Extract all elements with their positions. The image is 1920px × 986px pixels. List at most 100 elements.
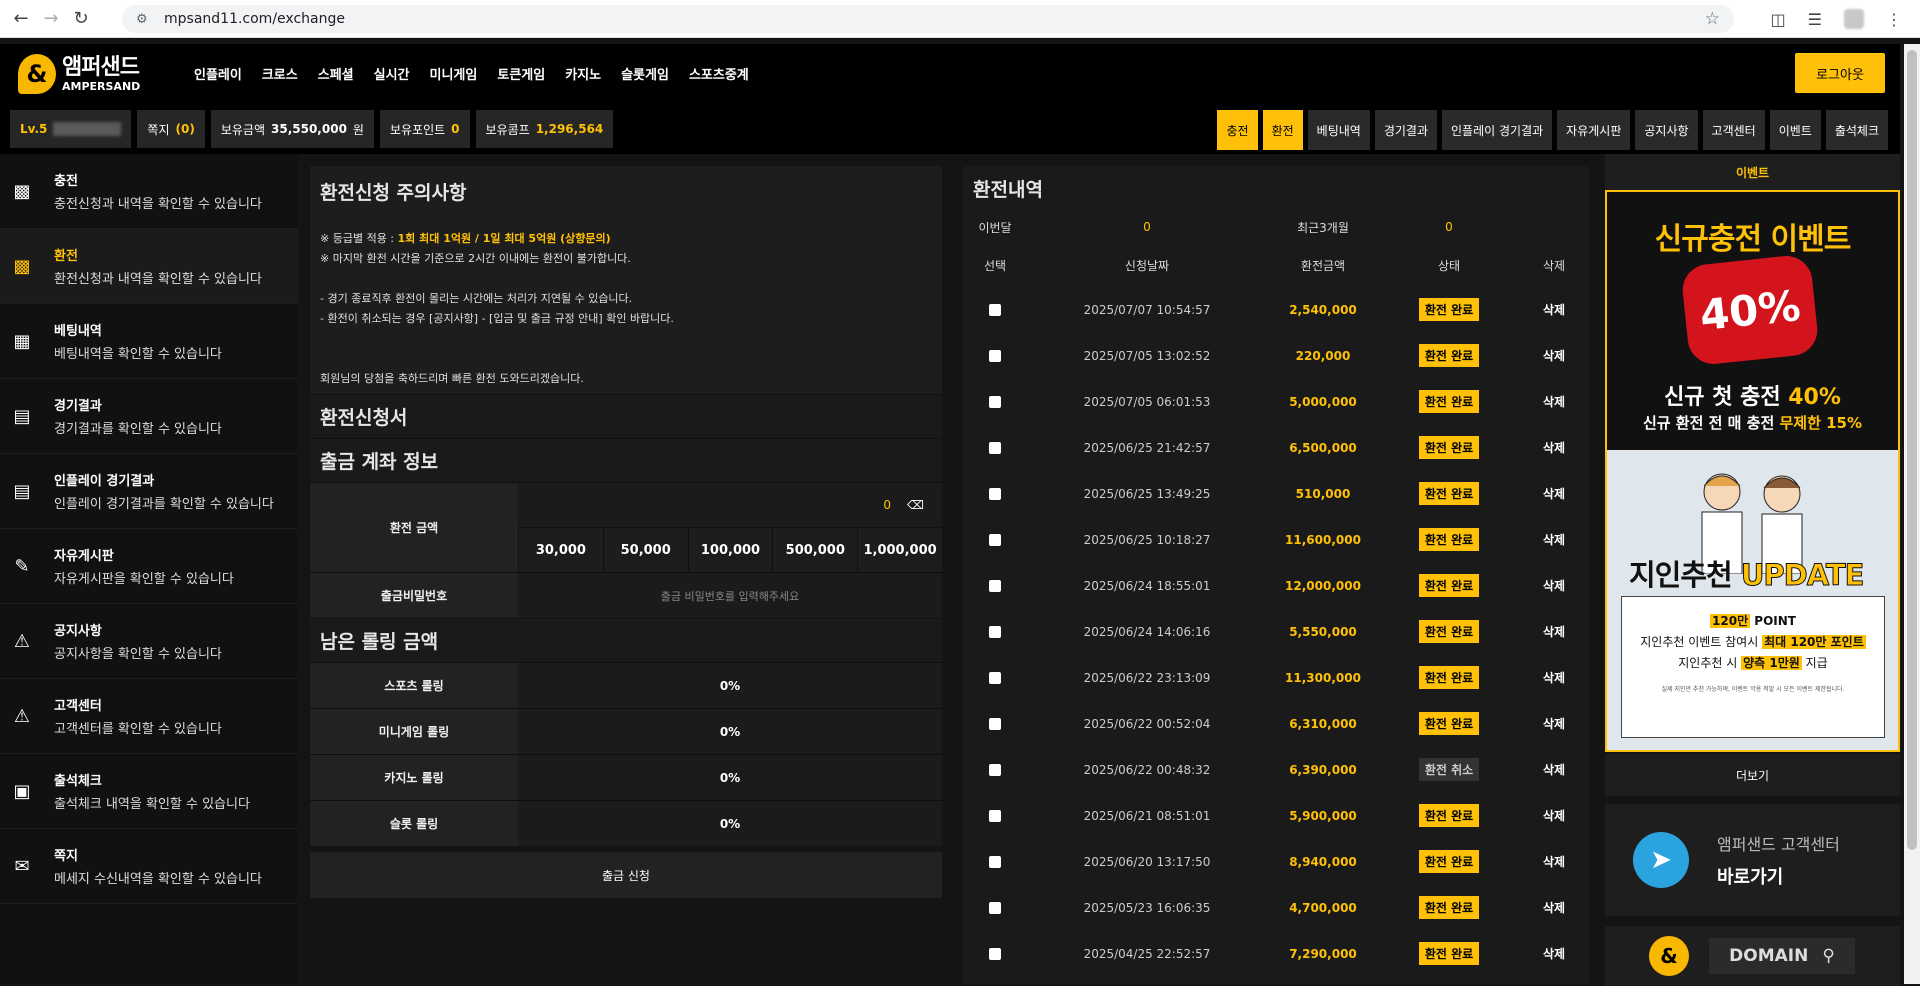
sidebar-item-deposit[interactable]: ▩ 충전 충전신청과 내역을 확인할 수 있습니다 bbox=[0, 154, 298, 229]
event-banners: 신규충전 이벤트 40% 신규 첫 충전 40% 신규 환전 전 매 충전 무제… bbox=[1605, 192, 1900, 752]
amount-input[interactable]: 0 bbox=[883, 498, 891, 512]
more-button[interactable]: 더보기 bbox=[1605, 754, 1900, 796]
rolling-row-sports: 스포츠 롤링 0% bbox=[310, 662, 942, 708]
tab-bet-history[interactable]: 베팅내역 bbox=[1307, 110, 1370, 150]
tab-event[interactable]: 이벤트 bbox=[1769, 110, 1821, 150]
site-info-icon[interactable]: ⚙ bbox=[136, 12, 154, 27]
amount-1000000-button[interactable]: 1,000,000 bbox=[857, 528, 942, 572]
menu-token-game[interactable]: 토큰게임 bbox=[497, 64, 545, 83]
tab-notice[interactable]: 공지사항 bbox=[1635, 110, 1698, 150]
withdraw-password-input[interactable]: 출금 비밀번호를 입력해주세요 bbox=[518, 573, 942, 618]
back-icon[interactable]: ← bbox=[6, 4, 36, 34]
sidebar-item-attendance[interactable]: ▣ 출석체크 출석체크 내역을 확인할 수 있습니다 bbox=[0, 754, 298, 829]
tab-board[interactable]: 자유게시판 bbox=[1557, 110, 1631, 150]
eraser-icon[interactable]: ⌫ bbox=[907, 498, 924, 512]
menu-cross[interactable]: 크로스 bbox=[262, 64, 298, 83]
rolling-value: 0% bbox=[518, 755, 942, 800]
rolling-row-casino: 카지노 롤링 0% bbox=[310, 754, 942, 800]
row-checkbox[interactable] bbox=[989, 855, 1001, 868]
reload-icon[interactable]: ↻ bbox=[66, 4, 96, 34]
row-delete-button[interactable]: 삭제 bbox=[1519, 669, 1589, 686]
row-checkbox[interactable] bbox=[989, 671, 1001, 684]
menu-casino[interactable]: 카지노 bbox=[565, 64, 601, 83]
point-label: 보유포인트 bbox=[389, 122, 446, 137]
tab-inplay-results[interactable]: 인플레이 경기결과 bbox=[1442, 110, 1553, 150]
row-delete-button[interactable]: 삭제 bbox=[1519, 347, 1589, 364]
withdraw-submit-button[interactable]: 출금 신청 bbox=[310, 852, 942, 898]
row-delete-button[interactable]: 삭제 bbox=[1519, 807, 1589, 824]
domain-search-banner[interactable]: & DOMAIN ⚲ bbox=[1605, 926, 1900, 986]
media-icon[interactable]: ☰ bbox=[1808, 10, 1822, 29]
user-level-chip: Lv.5 bbox=[10, 110, 132, 148]
tab-support[interactable]: 고객센터 bbox=[1702, 110, 1765, 150]
row-delete-button[interactable]: 삭제 bbox=[1519, 439, 1589, 456]
menu-sports-stream[interactable]: 스포츠중계 bbox=[689, 64, 749, 83]
row-delete-button[interactable]: 삭제 bbox=[1519, 715, 1589, 732]
menu-minigame[interactable]: 미니게임 bbox=[430, 64, 478, 83]
bookmark-star-icon[interactable]: ☆ bbox=[1705, 9, 1720, 29]
row-checkbox[interactable] bbox=[989, 947, 1001, 960]
tab-results[interactable]: 경기결과 bbox=[1374, 110, 1438, 150]
menu-live[interactable]: 실시간 bbox=[374, 64, 410, 83]
scrollbar-thumb[interactable] bbox=[1907, 50, 1917, 850]
amount-30000-button[interactable]: 30,000 bbox=[518, 528, 603, 572]
row-checkbox[interactable] bbox=[989, 395, 1001, 408]
amount-500000-button[interactable]: 500,000 bbox=[772, 528, 858, 572]
row-checkbox[interactable] bbox=[989, 717, 1001, 730]
referral-event-banner[interactable]: 지인추천 UPDATE 120만 POINT 지인추천 이벤트 참여시 최대 1… bbox=[1607, 450, 1898, 750]
row-checkbox[interactable] bbox=[989, 303, 1001, 316]
profile-avatar[interactable] bbox=[1844, 9, 1864, 29]
menu-slot[interactable]: 슬롯게임 bbox=[621, 64, 669, 83]
sidebar-item-withdraw[interactable]: ▩ 환전 환전신청과 내역을 확인할 수 있습니다 bbox=[0, 229, 298, 304]
row-checkbox[interactable] bbox=[989, 349, 1001, 362]
row-checkbox[interactable] bbox=[989, 579, 1001, 592]
row-date: 2025/06/25 13:49:25 bbox=[1083, 486, 1211, 501]
menu-kebab-icon[interactable]: ⋮ bbox=[1886, 10, 1902, 29]
podium-icon: ▦ bbox=[13, 330, 31, 352]
row-delete-button[interactable]: 삭제 bbox=[1519, 531, 1589, 548]
row-checkbox[interactable] bbox=[989, 763, 1001, 776]
row-checkbox[interactable] bbox=[989, 809, 1001, 822]
sidebar-item-bet-history[interactable]: ▦ 베팅내역 베팅내역을 확인할 수 있습니다 bbox=[0, 304, 298, 379]
page-scrollbar[interactable] bbox=[1904, 44, 1920, 984]
tab-withdraw[interactable]: 환전 bbox=[1262, 110, 1303, 150]
table-row: 2025/04/25 22:52:57 7,290,000 환전 완료 삭제 bbox=[963, 930, 1589, 976]
menu-special[interactable]: 스페셜 bbox=[318, 64, 354, 83]
sidebar-item-support[interactable]: ⚠ 고객센터 고객센터를 확인할 수 있습니다 bbox=[0, 679, 298, 754]
row-checkbox[interactable] bbox=[989, 901, 1001, 914]
menu-inplay[interactable]: 인플레이 bbox=[194, 64, 242, 83]
row-delete-button[interactable]: 삭제 bbox=[1519, 945, 1589, 962]
pencil-icon: ✎ bbox=[14, 555, 30, 577]
note-chip[interactable]: 쪽지 (0) bbox=[137, 110, 205, 148]
row-delete-button[interactable]: 삭제 bbox=[1519, 899, 1589, 916]
row-checkbox[interactable] bbox=[989, 625, 1001, 638]
telegram-support-link[interactable]: ➤ 앰퍼샌드 고객센터 바로가기 bbox=[1605, 804, 1900, 916]
row-status-cell: 환전 완료 bbox=[1379, 482, 1519, 505]
row-delete-button[interactable]: 삭제 bbox=[1519, 485, 1589, 502]
row-delete-button[interactable]: 삭제 bbox=[1519, 853, 1589, 870]
logout-button[interactable]: 로그아웃 bbox=[1795, 53, 1885, 93]
deposit-event-banner[interactable]: 신규충전 이벤트 40% 신규 첫 충전 40% 신규 환전 전 매 충전 무제… bbox=[1607, 192, 1898, 450]
row-delete-button[interactable]: 삭제 bbox=[1519, 393, 1589, 410]
row-delete-button[interactable]: 삭제 bbox=[1519, 301, 1589, 318]
tab-deposit[interactable]: 충전 bbox=[1217, 110, 1258, 150]
sidebar-item-inplay-results[interactable]: ▤ 인플레이 경기결과 인플레이 경기결과를 확인할 수 있습니다 bbox=[0, 454, 298, 529]
row-delete-button[interactable]: 삭제 bbox=[1519, 623, 1589, 640]
row-delete-button[interactable]: 삭제 bbox=[1519, 761, 1589, 778]
address-bar[interactable]: ⚙ mpsand11.com/exchange ☆ bbox=[122, 5, 1734, 33]
sidebar-item-board[interactable]: ✎ 자유게시판 자유게시판을 확인할 수 있습니다 bbox=[0, 529, 298, 604]
row-checkbox[interactable] bbox=[989, 487, 1001, 500]
tab-attendance[interactable]: 출석체크 bbox=[1825, 110, 1888, 150]
sidebar-item-notice[interactable]: ⚠ 공지사항 공지사항을 확인할 수 있습니다 bbox=[0, 604, 298, 679]
extensions-icon[interactable]: ◫ bbox=[1771, 10, 1786, 29]
url-text: mpsand11.com/exchange bbox=[164, 11, 345, 27]
amount-50000-button[interactable]: 50,000 bbox=[602, 528, 688, 572]
amount-100000-button[interactable]: 100,000 bbox=[687, 528, 773, 572]
sidebar-item-results[interactable]: ▤ 경기결과 경기결과를 확인할 수 있습니다 bbox=[0, 379, 298, 454]
site-logo[interactable]: & 앰퍼샌드 AMPERSAND bbox=[18, 54, 140, 94]
forward-icon[interactable]: → bbox=[36, 4, 66, 34]
row-checkbox[interactable] bbox=[989, 441, 1001, 454]
sidebar-item-messages[interactable]: ✉ 쪽지 메세지 수신내역을 확인할 수 있습니다 bbox=[0, 829, 298, 904]
row-delete-button[interactable]: 삭제 bbox=[1519, 577, 1589, 594]
row-checkbox[interactable] bbox=[989, 533, 1001, 546]
